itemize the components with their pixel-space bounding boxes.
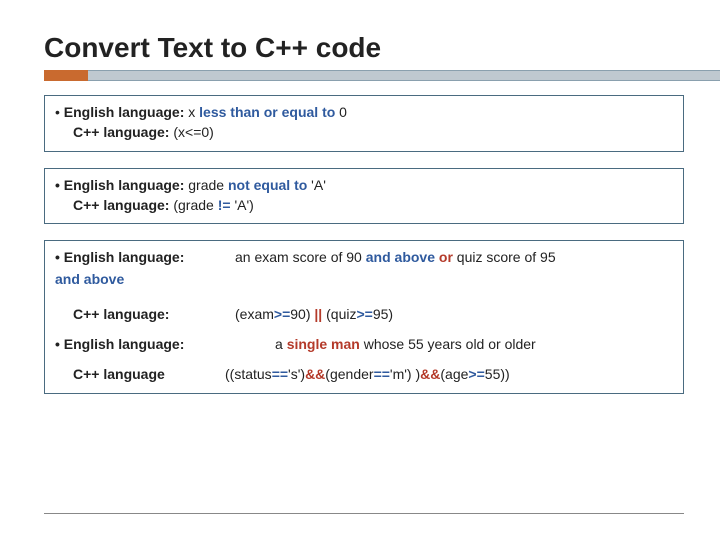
example-1-cpp: C++ language: (x<=0) <box>55 122 673 142</box>
english-label: English language: <box>55 247 235 267</box>
code-segment: 90) <box>290 306 314 322</box>
slide-title: Convert Text to C++ code <box>44 32 720 64</box>
operator-blue: >= <box>468 366 484 382</box>
english-label: English language: <box>55 177 184 193</box>
operator-red: && <box>305 366 325 382</box>
english-phrase: an exam score of 90 and above or quiz sc… <box>235 247 673 267</box>
gray-bar <box>88 70 720 81</box>
keyword-continuation: and above <box>55 269 673 289</box>
example-3-cpp-row: C++ language: (exam>=90) || (quiz>=95) <box>55 304 673 324</box>
operator-blue: == <box>374 366 390 382</box>
operator-blue: >= <box>356 306 372 322</box>
text-segment: grade <box>184 177 228 193</box>
example-box-2: English language: grade not equal to 'A'… <box>44 168 684 225</box>
code-segment: 'A') <box>231 197 254 213</box>
english-label: English language: <box>64 104 185 120</box>
code-segment: 95) <box>373 306 393 322</box>
operator-blue: == <box>272 366 288 382</box>
slide-header: Convert Text to C++ code <box>0 0 720 87</box>
keyword-blue: less than or equal to <box>199 104 335 120</box>
text-segment: a <box>275 336 287 352</box>
example-2-cpp: C++ language: (grade != 'A') <box>55 195 673 215</box>
operator-blue: >= <box>274 306 290 322</box>
text-segment: an exam score of 90 <box>235 249 366 265</box>
code-segment: 's') <box>288 366 305 382</box>
english-phrase: a single man whose 55 years old or older <box>235 334 673 354</box>
keyword-blue: not equal to <box>228 177 307 193</box>
slide-content: English language: x less than or equal t… <box>0 87 720 394</box>
keyword-blue: and above <box>366 249 435 265</box>
accent-bar <box>44 70 88 81</box>
operator-red: && <box>420 366 440 382</box>
example-4-cpp-row: C++ language ((status=='s')&&(gender=='m… <box>55 364 673 384</box>
cpp-expression: (exam>=90) || (quiz>=95) <box>235 304 673 324</box>
example-3-english-row: English language: an exam score of 90 an… <box>55 247 673 267</box>
cpp-expression: ((status=='s')&&(gender=='m') )&&(age>=5… <box>225 364 673 384</box>
english-label: English language: <box>55 334 235 354</box>
code-segment: (quiz <box>322 306 356 322</box>
operator-blue: != <box>218 197 231 213</box>
keyword-red: or <box>435 249 457 265</box>
code-segment: ((status <box>225 366 272 382</box>
text-segment: whose 55 years old or older <box>360 336 536 352</box>
code-segment: (age <box>440 366 468 382</box>
text-segment: x <box>184 104 199 120</box>
code-segment: (gender <box>325 366 373 382</box>
code-segment: (x<=0) <box>169 124 213 140</box>
cpp-label: C++ language: <box>73 197 169 213</box>
text-segment: 'A' <box>307 177 326 193</box>
code-segment: (exam <box>235 306 274 322</box>
example-2-english: English language: grade not equal to 'A' <box>55 175 673 195</box>
footer-divider <box>44 513 684 514</box>
code-segment: 'm') ) <box>390 366 420 382</box>
example-1-english: English language: x less than or equal t… <box>55 102 673 122</box>
code-segment: (grade <box>169 197 217 213</box>
text-segment: quiz score of 95 <box>457 249 556 265</box>
text-segment: 0 <box>335 104 347 120</box>
cpp-label: C++ language <box>55 364 235 384</box>
keyword-red: single man <box>287 336 360 352</box>
cpp-label: C++ language: <box>73 124 169 140</box>
code-segment: 55)) <box>485 366 510 382</box>
title-underline <box>44 70 720 81</box>
example-4-english-row: English language: a single man whose 55 … <box>55 334 673 354</box>
cpp-label: C++ language: <box>55 304 235 324</box>
example-box-3: English language: an exam score of 90 an… <box>44 240 684 393</box>
example-box-1: English language: x less than or equal t… <box>44 95 684 152</box>
